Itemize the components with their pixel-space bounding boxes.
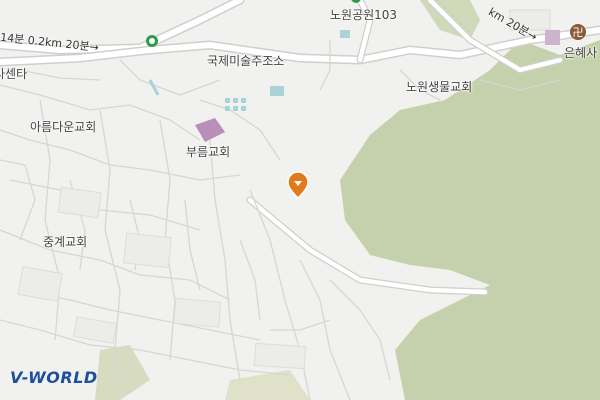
vworld-logo: V-WORLD (10, 368, 98, 387)
place-gukje-misul[interactable]: 국제미술주조소 (207, 52, 284, 69)
location-pin-icon (287, 171, 309, 200)
place-bureum-church[interactable]: 부름교회 (186, 143, 230, 160)
svg-text:卍: 卍 (573, 26, 584, 39)
place-eunhye-temple[interactable]: 은혜사 (564, 44, 597, 61)
station-label[interactable]: 노원공원103 (330, 6, 397, 23)
place-senta[interactable]: 사센타 (0, 65, 27, 82)
church-building (195, 118, 225, 142)
park-area (95, 345, 150, 400)
park-area-2 (225, 370, 310, 400)
map-view[interactable]: 卍 14분 0.2km 20분→ km 20분→ 노원공원103 국제미술주조소… (0, 0, 600, 400)
place-nowon-saengmul-church[interactable]: 노원생물교회 (406, 78, 472, 95)
place-areumdaun-church[interactable]: 아름다운교회 (30, 118, 96, 135)
building-eunhye (545, 30, 560, 45)
map-basemap: 卍 (0, 0, 600, 400)
place-junggye-church[interactable]: 중계교회 (43, 233, 87, 250)
